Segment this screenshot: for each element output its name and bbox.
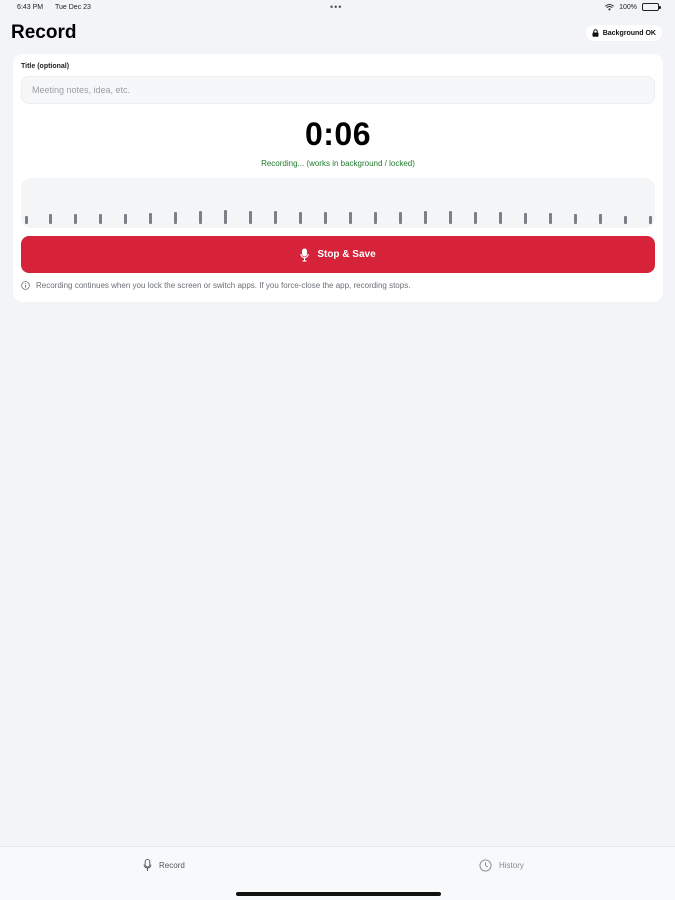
tab-record[interactable]: Record bbox=[143, 859, 185, 872]
home-indicator bbox=[236, 892, 441, 896]
info-note-text: Recording continues when you lock the sc… bbox=[36, 281, 411, 290]
wifi-icon bbox=[605, 3, 615, 11]
info-note: Recording continues when you lock the sc… bbox=[21, 281, 655, 290]
waveform-bar bbox=[424, 211, 427, 224]
waveform-bar bbox=[499, 212, 502, 224]
waveform-bar bbox=[349, 212, 352, 224]
mic-icon bbox=[143, 859, 152, 872]
audio-waveform bbox=[21, 178, 655, 228]
waveform-bar bbox=[99, 214, 102, 224]
waveform-bar bbox=[199, 211, 202, 224]
waveform-bar bbox=[474, 212, 477, 224]
waveform-bar bbox=[224, 210, 227, 224]
background-status-badge: Background OK bbox=[585, 25, 662, 41]
waveform-bar bbox=[174, 212, 177, 224]
mic-icon bbox=[300, 248, 310, 262]
waveform-bar bbox=[549, 213, 552, 224]
waveform-bar bbox=[624, 216, 627, 224]
tab-history-label: History bbox=[499, 861, 524, 870]
waveform-bar bbox=[574, 214, 577, 224]
waveform-bar bbox=[399, 212, 402, 224]
multitasking-dots-icon[interactable]: ••• bbox=[330, 2, 342, 12]
waveform-bar bbox=[649, 216, 652, 224]
title-input[interactable] bbox=[21, 76, 655, 104]
waveform-bar bbox=[74, 214, 77, 224]
waveform-bar bbox=[374, 212, 377, 224]
waveform-bar bbox=[49, 214, 52, 224]
title-label: Title (optional) bbox=[21, 63, 70, 70]
waveform-bar bbox=[324, 212, 327, 224]
status-bar: 6:43 PM Tue Dec 23 ••• 100% bbox=[0, 0, 675, 16]
page-title: Record bbox=[11, 22, 77, 43]
stop-and-save-button[interactable]: Stop & Save bbox=[21, 236, 655, 273]
status-time: 6:43 PM bbox=[17, 4, 44, 11]
clock-icon bbox=[479, 859, 492, 872]
waveform-bar bbox=[25, 216, 28, 224]
recording-card: Title (optional) 0:06 Recording... (work… bbox=[13, 54, 663, 302]
waveform-bar bbox=[599, 214, 602, 224]
status-date: Tue Dec 23 bbox=[55, 4, 91, 11]
tab-history[interactable]: History bbox=[479, 859, 524, 872]
battery-icon bbox=[642, 3, 661, 11]
tab-record-label: Record bbox=[159, 861, 185, 870]
recording-status: Recording... (works in background / lock… bbox=[261, 159, 415, 168]
stop-and-save-label: Stop & Save bbox=[317, 249, 376, 260]
waveform-bar bbox=[249, 211, 252, 224]
background-status-label: Background OK bbox=[602, 29, 656, 37]
waveform-bar bbox=[299, 212, 302, 224]
waveform-bar bbox=[274, 211, 277, 224]
recording-timer: 0:06 bbox=[304, 116, 372, 152]
battery-percent: 100% bbox=[619, 3, 637, 11]
waveform-bar bbox=[449, 211, 452, 224]
waveform-bar bbox=[124, 214, 127, 224]
lock-icon bbox=[592, 29, 599, 37]
info-icon bbox=[21, 281, 30, 290]
waveform-bar bbox=[524, 213, 527, 224]
waveform-bar bbox=[149, 213, 152, 224]
